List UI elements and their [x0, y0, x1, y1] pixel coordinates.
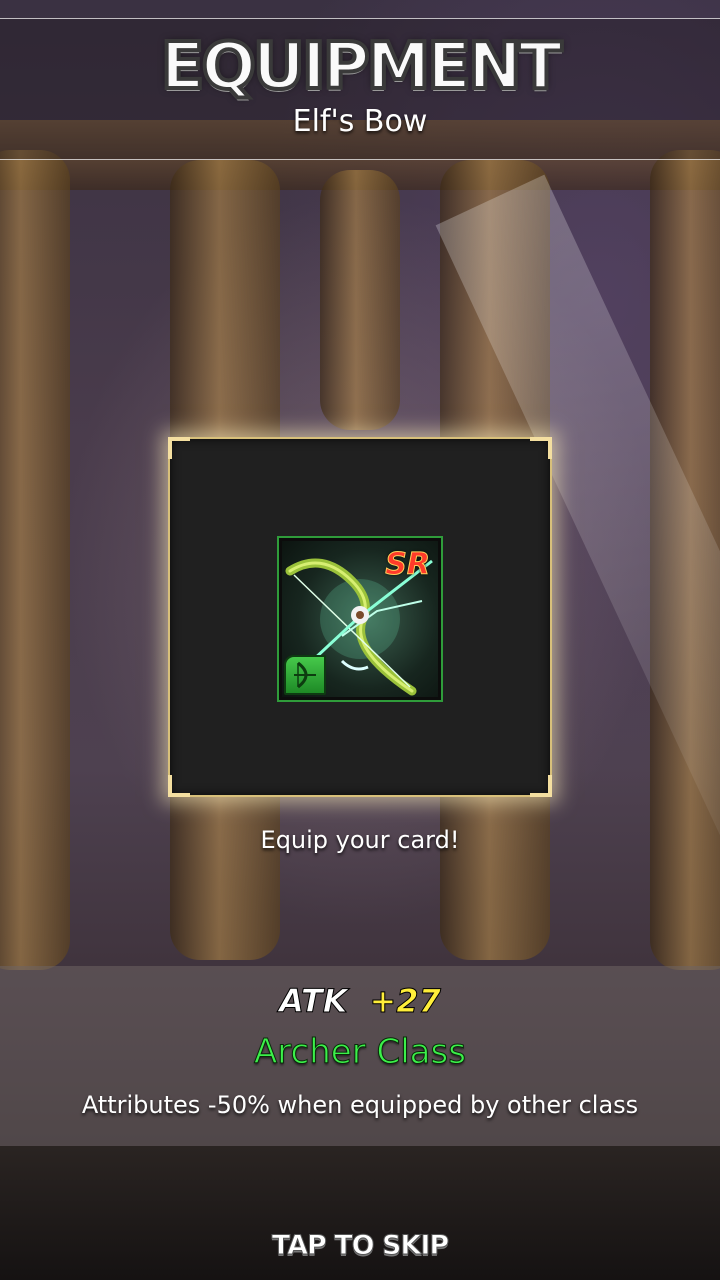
frame-corner — [530, 437, 552, 459]
rarity-badge: SR — [385, 547, 431, 583]
attribute-note: Attributes -50% when equipped by other c… — [81, 1091, 639, 1119]
item-name: Elf's Bow — [292, 104, 428, 139]
frame-corner — [168, 437, 190, 459]
equip-hint: Equip your card! — [260, 826, 460, 854]
tap-to-skip-button[interactable]: TAP TO SKIP — [0, 1230, 720, 1262]
atk-stat: ATK +27 — [0, 982, 720, 1021]
pillar-center — [320, 170, 400, 430]
frame-corner — [168, 775, 190, 797]
page-title: EQUIPMENT — [159, 28, 564, 106]
atk-value: +27 — [369, 982, 441, 1021]
archer-class-icon — [284, 655, 326, 695]
class-name: Archer Class — [254, 1032, 467, 1073]
atk-label: ATK — [279, 982, 348, 1021]
equipment-card[interactable]: SR — [277, 536, 443, 702]
frame-corner — [530, 775, 552, 797]
